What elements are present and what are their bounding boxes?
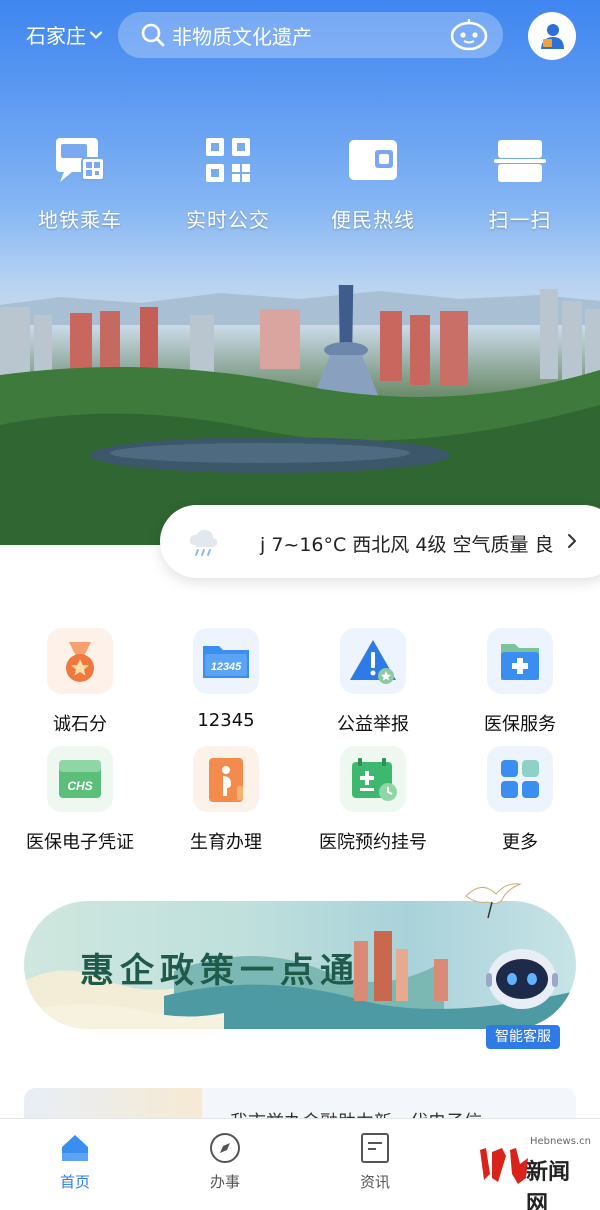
crane-bird-icon: [465, 883, 522, 919]
metro-card-icon: [56, 138, 105, 182]
quick-action-label: 地铁乘车: [38, 208, 122, 232]
user-icon: [541, 24, 564, 49]
service-e-voucher[interactable]: CHS 医保电子凭证: [5, 746, 155, 854]
service-label: 医保服务: [484, 714, 556, 735]
hero-banner: 石家庄 非物质文化遗产 地铁乘车 实时公交 便民热线 扫一扫: [0, 0, 600, 545]
weather-text: j 7~16°C 西北风 4级 空气质量 良: [260, 534, 554, 556]
svg-text:12345: 12345: [211, 661, 242, 673]
service-label: 生育办理: [190, 832, 262, 853]
city-name: 石家庄: [26, 24, 86, 48]
service-label: 公益举报: [337, 714, 409, 735]
tab-label: 首页: [59, 1173, 90, 1191]
grid-more-icon: [487, 746, 553, 812]
user-avatar[interactable]: [528, 12, 576, 60]
service-12345[interactable]: 12345 12345: [151, 628, 301, 731]
search-bar[interactable]: 非物质文化遗产: [118, 12, 503, 58]
service-more[interactable]: 更多: [445, 746, 595, 854]
top-bar: 石家庄 非物质文化遗产: [0, 0, 600, 70]
service-label: 医院预约挂号: [319, 832, 427, 853]
banner-title: 惠企政策一点通: [80, 951, 360, 991]
scan-icon: [494, 140, 546, 182]
smart-service-badge[interactable]: 智能客服: [486, 1025, 560, 1049]
quick-action-label: 实时公交: [186, 208, 270, 232]
medical-folder-icon: [487, 628, 553, 694]
maternity-icon: [193, 746, 259, 812]
tab-label: 资讯: [359, 1173, 390, 1191]
qr-code-icon: [206, 138, 250, 182]
service-hospital-booking[interactable]: 医院预约挂号: [298, 746, 448, 854]
service-public-report[interactable]: 公益举报: [298, 628, 448, 736]
robot-assistant-icon[interactable]: [449, 19, 489, 51]
warning-icon: [340, 628, 406, 694]
rain-cloud-icon: [189, 529, 218, 556]
quick-action-hotline[interactable]: 便民热线: [303, 132, 443, 233]
service-credit-score[interactable]: 诚石分: [5, 628, 155, 736]
hebnews-watermark: Hebnews.cn 新闻网: [476, 1134, 591, 1210]
hebei-logo-icon: [480, 1148, 528, 1184]
calendar-medical-icon: [340, 746, 406, 812]
tab-news[interactable]: 资讯: [325, 1131, 425, 1192]
quick-action-label: 便民热线: [331, 208, 415, 232]
service-label: 医保电子凭证: [26, 832, 134, 853]
tab-services[interactable]: 办事: [175, 1131, 275, 1192]
svg-text:CHS: CHS: [67, 779, 92, 793]
quick-action-metro[interactable]: 地铁乘车: [10, 132, 150, 233]
tab-home[interactable]: 首页: [25, 1131, 125, 1192]
compass-icon: [210, 1133, 240, 1163]
service-maternity[interactable]: 生育办理: [151, 746, 301, 854]
medal-icon: [47, 628, 113, 694]
home-icon: [62, 1135, 88, 1161]
search-icon: [141, 23, 165, 47]
service-label: 12345: [197, 710, 255, 731]
search-placeholder: 非物质文化遗产: [172, 24, 312, 49]
folder-12345-icon: 12345: [193, 628, 259, 694]
chevron-down-icon: [90, 30, 102, 39]
tab-label: 办事: [209, 1173, 240, 1191]
service-label: 更多: [502, 832, 538, 853]
service-medical-insurance[interactable]: 医保服务: [445, 628, 595, 736]
quick-action-scan[interactable]: 扫一扫: [450, 132, 590, 233]
quick-action-bus[interactable]: 实时公交: [158, 132, 298, 233]
quick-action-label: 扫一扫: [488, 208, 552, 232]
watermark-site: Hebnews.cn: [530, 1136, 591, 1147]
wallet-icon: [349, 140, 397, 180]
document-icon: [361, 1133, 389, 1163]
robot-mascot-icon: [486, 949, 558, 1009]
service-label: 诚石分: [53, 714, 107, 735]
chevron-right-icon: [568, 534, 576, 548]
city-selector[interactable]: 石家庄: [26, 20, 102, 49]
weather-bar[interactable]: j 7~16°C 西北风 4级 空气质量 良: [160, 505, 600, 578]
watermark-name: 新闻网: [526, 1160, 571, 1210]
chs-card-icon: CHS: [47, 746, 113, 812]
